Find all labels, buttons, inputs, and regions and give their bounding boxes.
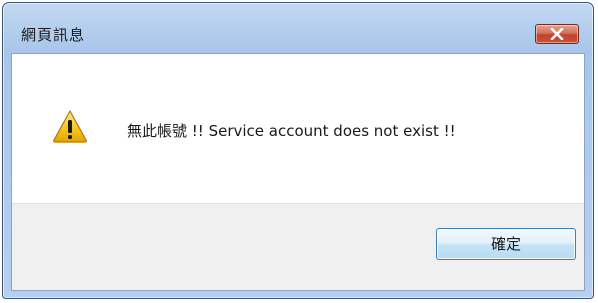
dialog-body: 無此帳號 !! Service account does not exist !… [11,53,585,291]
message-text: 無此帳號 !! Service account does not exist !… [127,122,456,140]
close-icon [550,28,564,40]
button-area: 確定 [12,203,584,290]
dialog-title: 網頁訊息 [21,26,86,44]
title-bar[interactable]: 網頁訊息 [3,3,593,53]
ok-button[interactable]: 確定 [436,228,576,260]
message-area: 無此帳號 !! Service account does not exist !… [12,54,584,203]
dialog-window: 網頁訊息 無此帳號 !! Service account does not ex… [2,2,594,299]
close-button[interactable] [535,24,579,44]
warning-icon [53,110,87,143]
